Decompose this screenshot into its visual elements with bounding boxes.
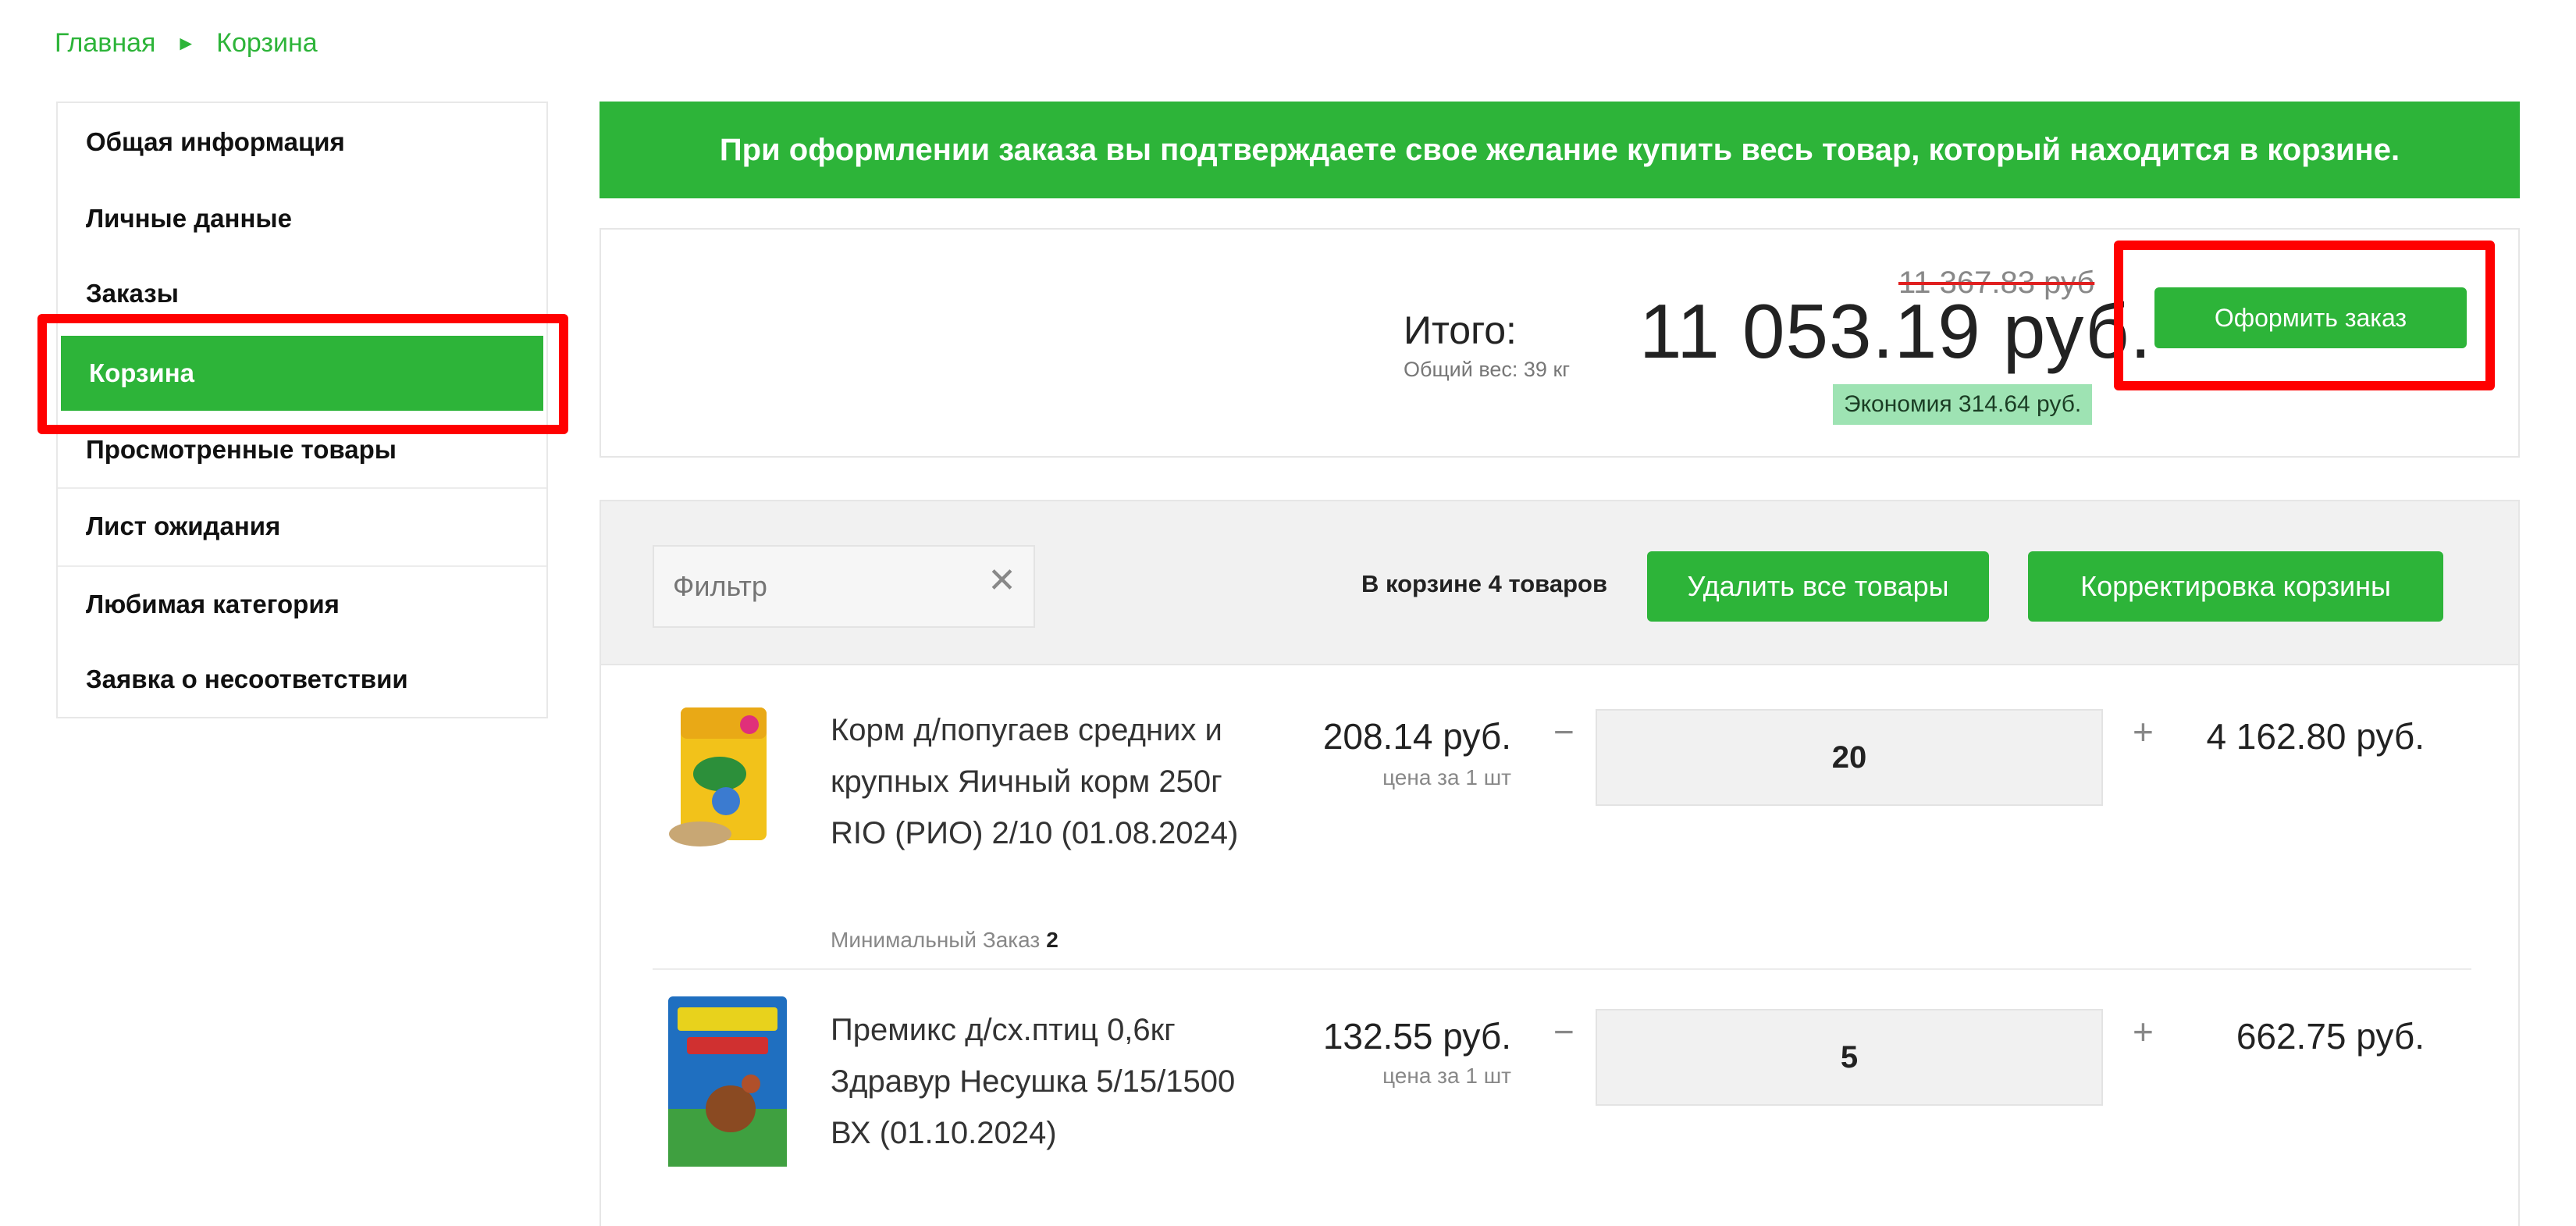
decrease-quantity-button[interactable]: −	[1553, 711, 1574, 753]
quantity-input[interactable]: 5	[1596, 1009, 2103, 1106]
highlight-frame-cart	[37, 314, 568, 434]
sidebar-item-wait-list[interactable]: Лист ожидания	[58, 489, 546, 564]
breadcrumb-current: Корзина	[216, 28, 318, 58]
unit-price: 208.14 руб.	[1322, 716, 1511, 757]
total-weight: Общий вес: 39 кг	[1404, 358, 1571, 381]
cart-toolbar: ✕ В корзине 4 товаров Удалить все товары…	[600, 500, 2520, 665]
increase-quantity-button[interactable]: +	[2133, 1010, 2154, 1053]
breadcrumb-home-link[interactable]: Главная	[55, 28, 155, 59]
total-price: 11 053.19 руб.	[1639, 288, 2152, 374]
filter-input[interactable]	[654, 547, 1034, 626]
increase-quantity-button[interactable]: +	[2133, 711, 2154, 753]
order-notice-banner: При оформлении заказа вы подтверждаете с…	[600, 102, 2520, 198]
product-image[interactable]	[657, 700, 790, 856]
adjust-cart-button[interactable]: Корректировка корзины	[2028, 551, 2443, 622]
cart-items-list: Корм д/попугаев средних и крупных Яичный…	[600, 665, 2520, 1226]
sidebar-item-favorite-category[interactable]: Любимая категория	[58, 567, 546, 642]
product-name[interactable]: Корм д/попугаев средних и крупных Яичный…	[831, 704, 1268, 859]
cart-item-count: В корзине 4 товаров	[1361, 570, 1607, 597]
decrease-quantity-button[interactable]: −	[1553, 1010, 1574, 1053]
breadcrumb-arrow-icon: ►	[176, 31, 197, 55]
line-total: 662.75 руб.	[2236, 1016, 2425, 1057]
product-name[interactable]: Премикс д/сх.птиц 0,6кг Здравур Несушка …	[831, 1004, 1268, 1159]
sidebar-item-nonconformity-claim[interactable]: Заявка о несоответствии	[58, 642, 546, 717]
sidebar-item-general-info[interactable]: Общая информация	[58, 105, 546, 180]
min-order-label: Минимальный Заказ	[831, 928, 1041, 952]
quantity-input[interactable]: 20	[1596, 709, 2103, 806]
filter-field: ✕	[653, 545, 1035, 628]
line-total: 4 162.80 руб.	[2206, 716, 2425, 757]
saving-badge: Экономия 314.64 руб.	[1833, 384, 2093, 425]
total-label: Итого:	[1404, 308, 1517, 352]
min-order: Минимальный Заказ 2	[831, 928, 1059, 953]
unit-price-note: цена за 1 шт	[1382, 765, 1511, 789]
breadcrumb: Главная ► Корзина	[55, 28, 318, 59]
delete-all-button[interactable]: Удалить все товары	[1647, 551, 1989, 622]
highlight-frame-order-button	[2114, 241, 2495, 390]
min-order-value: 2	[1046, 928, 1059, 952]
unit-price: 132.55 руб.	[1322, 1016, 1511, 1057]
sidebar-item-personal-data[interactable]: Личные данные	[58, 181, 546, 256]
row-divider	[653, 968, 2471, 970]
unit-price-note: цена за 1 шт	[1382, 1064, 1511, 1088]
product-image[interactable]	[659, 992, 796, 1171]
close-icon[interactable]: ✕	[987, 561, 1016, 601]
